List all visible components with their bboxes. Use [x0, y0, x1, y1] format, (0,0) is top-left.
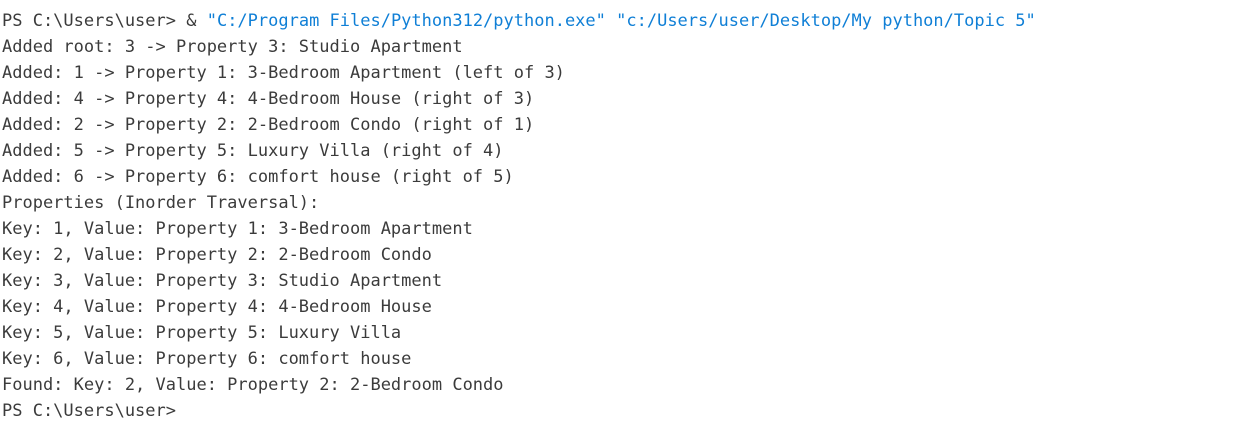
- output-line-key-2: Key: 2, Value: Property 2: 2-Bedroom Con…: [2, 245, 432, 265]
- output-line-added-1: Added: 1 -> Property 1: 3-Bedroom Apartm…: [2, 63, 565, 83]
- output-line-added-6: Added: 6 -> Property 6: comfort house (r…: [2, 167, 514, 187]
- output-line-found: Found: Key: 2, Value: Property 2: 2-Bedr…: [2, 375, 504, 395]
- command-line: PS C:\Users\user> & "C:/Program Files/Py…: [0, 8, 1238, 34]
- call-operator: &: [186, 11, 207, 31]
- script-path: "c:/Users/user/Desktop/My python/Topic 5…: [616, 11, 1036, 31]
- python-exe-path: "C:/Program Files/Python312/python.exe": [206, 11, 606, 31]
- output-line-added-2: Added: 2 -> Property 2: 2-Bedroom Condo …: [2, 115, 535, 135]
- terminal-panel[interactable]: PS C:\Users\user> & "C:/Program Files/Py…: [0, 0, 1238, 425]
- argument-separator: [606, 11, 616, 31]
- output-line-key-4: Key: 4, Value: Property 4: 4-Bedroom Hou…: [2, 297, 432, 317]
- output-line-key-1: Key: 1, Value: Property 1: 3-Bedroom Apa…: [2, 219, 473, 239]
- output-line-added-root: Added root: 3 -> Property 3: Studio Apar…: [2, 37, 463, 57]
- output-line-key-5: Key: 5, Value: Property 5: Luxury Villa: [2, 323, 402, 343]
- output-line-key-6: Key: 6, Value: Property 6: comfort house: [2, 349, 412, 369]
- output-line-traversal-heading: Properties (Inorder Traversal):: [2, 193, 320, 213]
- output-line-added-4: Added: 4 -> Property 4: 4-Bedroom House …: [2, 89, 535, 109]
- prompt-text: PS C:\Users\user>: [2, 11, 187, 31]
- final-prompt: PS C:\Users\user>: [2, 401, 176, 421]
- output-line-key-3: Key: 3, Value: Property 3: Studio Apartm…: [2, 271, 443, 291]
- output-line-added-5: Added: 5 -> Property 5: Luxury Villa (ri…: [2, 141, 504, 161]
